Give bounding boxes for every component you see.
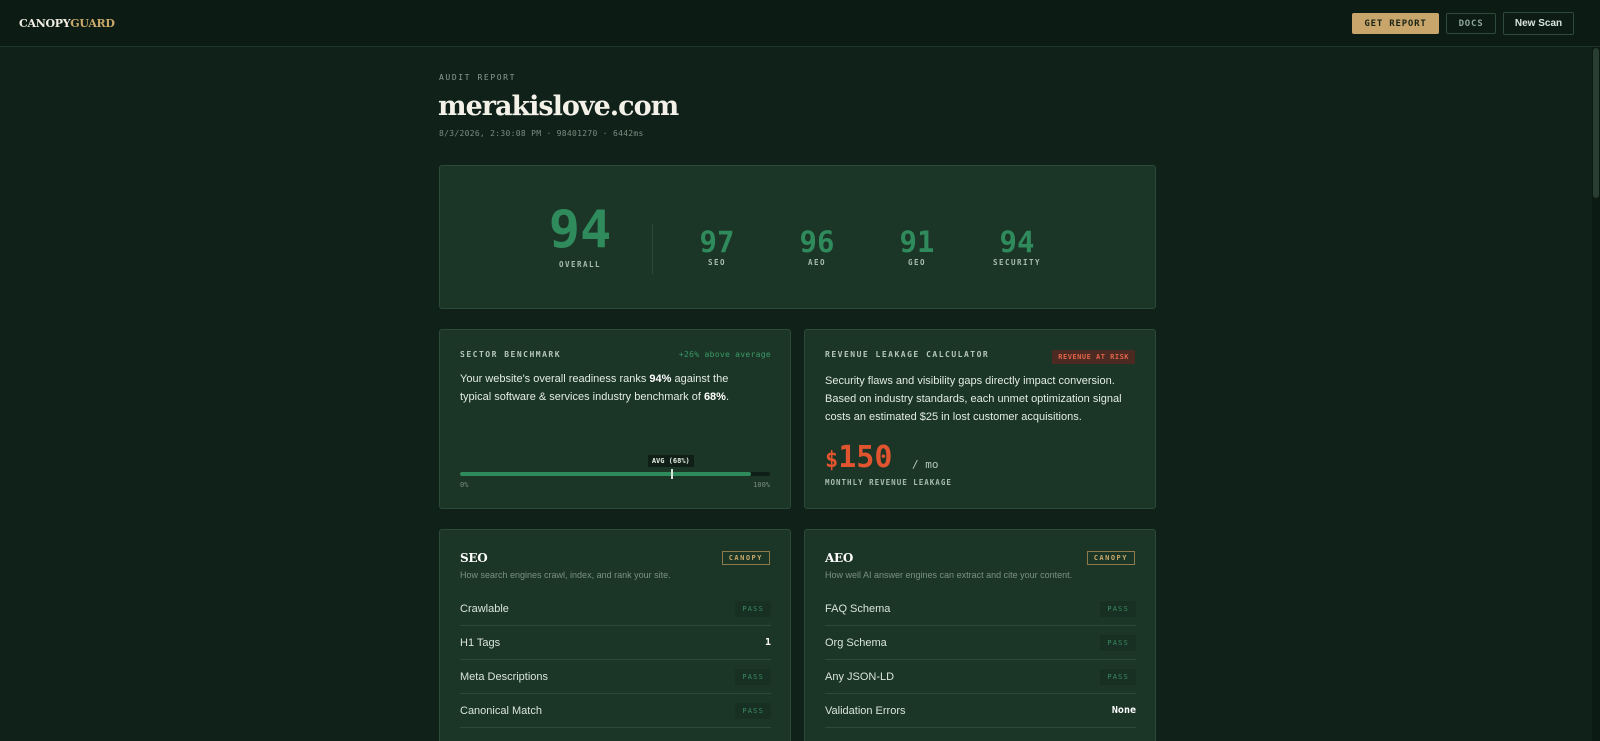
aeo-score: 96 AEO <box>782 226 852 267</box>
benchmark-avg-marker <box>670 469 673 479</box>
pass-badge: PASS <box>735 668 771 685</box>
check-label: Any JSON-LD <box>825 670 895 683</box>
score-divider <box>652 224 653 274</box>
aeo-score-label: AEO <box>807 258 827 267</box>
geo-score-label: GEO <box>907 258 927 267</box>
seo-score-label: SEO <box>707 258 727 267</box>
security-score-value: 94 <box>999 225 1035 259</box>
security-score-label: SECURITY <box>992 258 1042 267</box>
logo-text-guard: GUARD <box>70 17 115 30</box>
list-item: Meta Descriptions PASS <box>460 660 771 694</box>
revenue-leakage-card: REVENUE LEAKAGE CALCULATOR REVENUE AT RI… <box>804 329 1156 509</box>
revenue-text: Security flaws and visibility gaps direc… <box>825 375 1122 423</box>
list-item: Any JSON-LD PASS <box>825 660 1136 694</box>
check-label: Meta Descriptions <box>460 670 549 683</box>
benchmark-rank: 94% <box>649 373 672 385</box>
pass-badge: PASS <box>735 600 771 617</box>
list-item: FAQ Schema PASS <box>825 592 1136 626</box>
aeo-subtitle: How well AI answer engines can extract a… <box>825 570 1073 580</box>
benchmark-delta: +26% above average <box>678 350 771 359</box>
benchmark-avg-label: AVG (68%) <box>647 455 694 467</box>
aeo-badge: CANOPY <box>1086 551 1135 565</box>
aeo-title: AEO <box>825 551 854 565</box>
list-item: Org Schema PASS <box>825 626 1136 660</box>
overall-score: 94 OVERALL <box>540 200 620 269</box>
pass-badge: PASS <box>1100 600 1136 617</box>
list-item: H1 Tags 1 <box>460 626 771 660</box>
seo-check-list: Crawlable PASS H1 Tags 1 Meta Descriptio… <box>460 592 771 728</box>
new-scan-button[interactable]: New Scan <box>1503 12 1574 35</box>
revenue-risk-badge: REVENUE AT RISK <box>1052 350 1135 364</box>
seo-title: SEO <box>460 551 488 565</box>
geo-score-value: 91 <box>899 225 935 259</box>
check-label: FAQ Schema <box>825 602 891 615</box>
aeo-score-value: 96 <box>799 225 835 259</box>
geo-score: 91 GEO <box>882 226 952 267</box>
revenue-label: MONTHLY REVENUE LEAKAGE <box>825 478 952 487</box>
revenue-unit: / mo <box>912 458 939 471</box>
list-item: Crawlable PASS <box>460 592 771 626</box>
report-meta: 8/3/2026, 2:30:08 PM · 98401270 · 6442ms <box>439 129 644 138</box>
revenue-title: REVENUE LEAKAGE CALCULATOR <box>825 350 990 359</box>
benchmark-industry-value: 68% <box>703 391 726 403</box>
check-value: None <box>1111 705 1136 716</box>
seo-score: 97 SEO <box>682 226 752 267</box>
aeo-card: AEO CANOPY How well AI answer engines ca… <box>804 529 1156 741</box>
scrollbar-thumb[interactable] <box>1593 48 1599 198</box>
page-title: merakislove.com <box>438 91 679 122</box>
list-item: Canonical Match PASS <box>460 694 771 728</box>
check-label: Crawlable <box>460 602 509 615</box>
check-label: Canonical Match <box>460 704 542 717</box>
seo-badge: CANOPY <box>721 551 770 565</box>
get-report-button[interactable]: GET REPORT <box>1352 13 1439 34</box>
security-score: 94 SECURITY <box>982 226 1052 267</box>
benchmark-min-label: 0% <box>460 481 469 489</box>
overall-score-value: 94 <box>548 200 612 260</box>
aeo-check-list: FAQ Schema PASS Org Schema PASS Any JSON… <box>825 592 1136 728</box>
check-label: Validation Errors <box>825 704 906 717</box>
pass-badge: PASS <box>735 702 771 719</box>
benchmark-bar-fill <box>460 472 752 476</box>
list-item: Validation Errors None <box>825 694 1136 728</box>
benchmark-max-label: 100% <box>753 481 770 489</box>
seo-score-value: 97 <box>699 225 735 259</box>
benchmark-text: Your website's overall readiness ranks 9… <box>460 373 730 403</box>
benchmark-title: SECTOR BENCHMARK <box>460 350 562 359</box>
sector-benchmark-card: SECTOR BENCHMARK +26% above average Your… <box>439 329 791 509</box>
pass-badge: PASS <box>1100 668 1136 685</box>
check-label: H1 Tags <box>460 636 501 649</box>
report-eyebrow: AUDIT REPORT <box>439 73 516 82</box>
benchmark-bar: AVG (68%) <box>460 455 770 479</box>
pass-badge: PASS <box>1100 634 1136 651</box>
check-label: Org Schema <box>825 636 887 649</box>
revenue-amount: $150 <box>825 440 892 475</box>
revenue-value: 150 <box>838 440 893 475</box>
seo-card: SEO CANOPY How search engines crawl, ind… <box>439 529 791 741</box>
logo[interactable]: CANOPYGUARD <box>19 17 115 30</box>
top-bar: CANOPYGUARD GET REPORT DOCS New Scan <box>0 0 1600 47</box>
check-value: 1 <box>764 637 771 648</box>
score-panel: 94 OVERALL 97 SEO 96 AEO 91 GEO 94 SECUR… <box>439 165 1156 309</box>
overall-score-label: OVERALL <box>558 260 602 269</box>
logo-text-canopy: CANOPY <box>19 17 71 30</box>
revenue-currency: $ <box>825 448 839 473</box>
docs-button[interactable]: DOCS <box>1446 13 1496 34</box>
seo-subtitle: How search engines crawl, index, and ran… <box>460 570 671 580</box>
